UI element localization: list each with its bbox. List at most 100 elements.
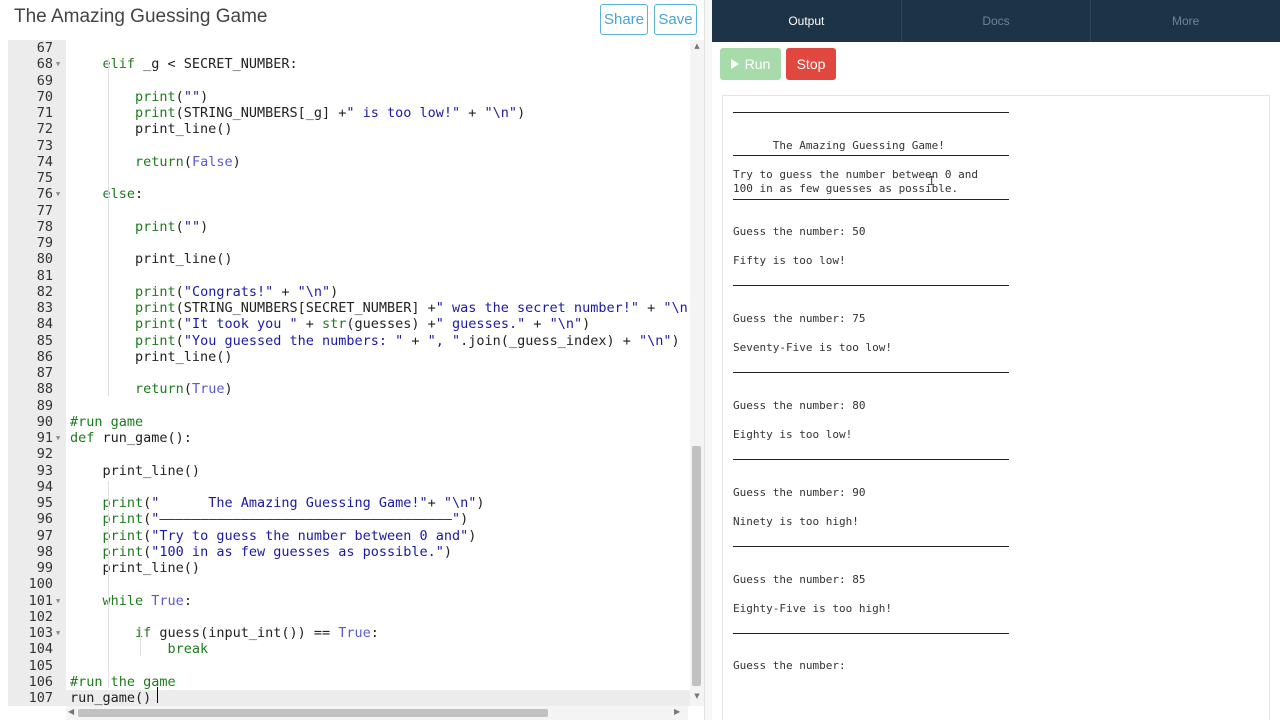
code-line[interactable]: 78 print(""): [8, 219, 690, 235]
fold-arrow-icon[interactable]: ▼: [56, 186, 60, 202]
vertical-scroll-thumb[interactable]: [692, 446, 701, 686]
code-line[interactable]: 67: [8, 40, 690, 56]
line-number: 78: [36, 218, 53, 235]
run-button[interactable]: Run: [720, 48, 781, 80]
code-line[interactable]: 91 ▼ def run_game():: [8, 430, 690, 446]
code-line[interactable]: 77: [8, 203, 690, 219]
code-line[interactable]: 80 print_line(): [8, 251, 690, 267]
line-number: 73: [36, 137, 53, 154]
indent-guide: [140, 627, 141, 656]
vertical-scrollbar[interactable]: ▲ ▼: [690, 40, 704, 706]
code-line[interactable]: 98 print("100 in as few guesses as possi…: [8, 544, 690, 560]
code-token: +: [525, 316, 550, 333]
scroll-up-arrow-icon[interactable]: ▲: [690, 42, 704, 50]
share-button[interactable]: Share: [600, 4, 648, 35]
code-line[interactable]: 70 print(""): [8, 89, 690, 105]
code-line[interactable]: 106 #run the game: [8, 674, 690, 690]
code-line[interactable]: 103 ▼ if guess(input_int()) == True:: [8, 625, 690, 641]
code-line[interactable]: 76 ▼ else:: [8, 186, 690, 202]
line-number: 77: [36, 202, 53, 219]
horizontal-scrollbar[interactable]: ◀ ▶: [66, 706, 688, 720]
code-line[interactable]: 69: [8, 73, 690, 89]
code-line[interactable]: 86 print_line(): [8, 349, 690, 365]
code-token: (: [175, 283, 184, 300]
code-line[interactable]: 71 print(STRING_NUMBERS[_g] +" is too lo…: [8, 105, 690, 121]
fold-arrow-icon[interactable]: ▼: [56, 625, 60, 641]
code-token-kw: print: [135, 316, 176, 333]
code-text: #run the game: [70, 674, 176, 690]
code-line[interactable]: 97 print("Try to guess the number betwee…: [8, 528, 690, 544]
code-line[interactable]: 94: [8, 479, 690, 495]
code-line[interactable]: 99 print_line(): [8, 560, 690, 576]
code-line[interactable]: 107 run_game(): [8, 690, 690, 706]
code-line[interactable]: 95 print(" The Amazing Guessing Game!"+ …: [8, 495, 690, 511]
code-line[interactable]: 87: [8, 365, 690, 381]
code-line[interactable]: 93 print_line(): [8, 463, 690, 479]
tab-output[interactable]: Output: [712, 0, 902, 42]
code-token: :: [135, 186, 144, 203]
code-text: if guess(input_int()) == True:: [70, 625, 379, 641]
code-token: .join(_guess_index) +: [460, 332, 639, 349]
code-token: +: [403, 332, 428, 349]
console-line: Guess the number: 75: [733, 312, 866, 326]
fold-arrow-icon[interactable]: ▼: [56, 430, 60, 446]
line-number: 90: [36, 413, 53, 430]
code-line[interactable]: 72 print_line(): [8, 121, 690, 137]
pane-splitter[interactable]: [704, 0, 712, 720]
fold-arrow-icon[interactable]: ▼: [56, 593, 60, 609]
code-line[interactable]: 105: [8, 658, 690, 674]
code-line[interactable]: 79: [8, 235, 690, 251]
code-text: print(STRING_NUMBERS[_g] +" is too low!"…: [70, 105, 525, 121]
line-number: 104: [28, 641, 53, 658]
code-line[interactable]: 82 print("Congrats!" + "\n"): [8, 284, 690, 300]
code-line[interactable]: 90 #run game: [8, 414, 690, 430]
scroll-down-arrow-icon[interactable]: ▼: [690, 692, 704, 700]
horizontal-scroll-thumb[interactable]: [78, 709, 548, 717]
code-line[interactable]: 100: [8, 576, 690, 592]
code-line[interactable]: 83 print(STRING_NUMBERS[SECRET_NUMBER] +…: [8, 300, 690, 316]
scroll-right-arrow-icon[interactable]: ▶: [674, 707, 680, 716]
code-line[interactable]: 89: [8, 398, 690, 414]
code-line[interactable]: 74 return(False): [8, 154, 690, 170]
code-line[interactable]: 102: [8, 609, 690, 625]
code-line[interactable]: 73: [8, 138, 690, 154]
console-line: Seventy-Five is too low!: [733, 341, 892, 355]
stop-button[interactable]: Stop: [786, 48, 836, 80]
fold-arrow-icon[interactable]: ▼: [56, 56, 60, 72]
tab-docs[interactable]: Docs: [902, 0, 1092, 42]
code-line[interactable]: 92: [8, 446, 690, 462]
code-line[interactable]: 104 break: [8, 641, 690, 657]
scroll-left-arrow-icon[interactable]: ◀: [68, 707, 74, 716]
page-title: The Amazing Guessing Game: [14, 6, 268, 27]
code-line[interactable]: 81: [8, 268, 690, 284]
code-line[interactable]: 75: [8, 170, 690, 186]
code-token: :: [183, 592, 192, 609]
code-text: def run_game():: [70, 430, 192, 446]
code-text: run_game(): [70, 690, 151, 706]
code-line[interactable]: 85 print("You guessed the numbers: " + "…: [8, 333, 690, 349]
code-line[interactable]: 101 ▼ while True:: [8, 593, 690, 609]
code-token: +: [427, 495, 444, 511]
code-token: (STRING_NUMBERS[SECRET_NUMBER] +: [175, 300, 436, 316]
code-text: print(""): [70, 219, 208, 235]
console-line: 100 in as few guesses as possible.: [733, 182, 959, 196]
output-console[interactable]: The Amazing Guessing Game! Try to guess t…: [722, 95, 1270, 720]
code-line[interactable]: 68 ▼ elif _g < SECRET_NUMBER:: [8, 56, 690, 72]
code-token-str: "\n": [663, 300, 690, 316]
code-line[interactable]: 84 print("It took you " + str(guesses) +…: [8, 316, 690, 332]
code-token-str: "100 in as few guesses as possible.": [151, 543, 444, 560]
console-line: Guess the number: 50: [733, 225, 866, 239]
tab-more[interactable]: More: [1091, 0, 1280, 42]
line-number: 88: [36, 381, 53, 398]
code-text: print("—————————————————————————————————…: [70, 511, 469, 527]
code-line[interactable]: 88 return(True): [8, 381, 690, 397]
console-separator: [733, 372, 1009, 374]
save-button[interactable]: Save: [654, 4, 697, 35]
code-token: ): [200, 218, 209, 235]
code-editor[interactable]: 67 68 ▼ elif _g < SECRET_NUMBER: 69 70 print…: [8, 40, 690, 706]
code-token: (: [175, 332, 184, 349]
code-line[interactable]: 96 print("——————————————————————————————…: [8, 511, 690, 527]
code-text: print_line(): [70, 560, 201, 576]
